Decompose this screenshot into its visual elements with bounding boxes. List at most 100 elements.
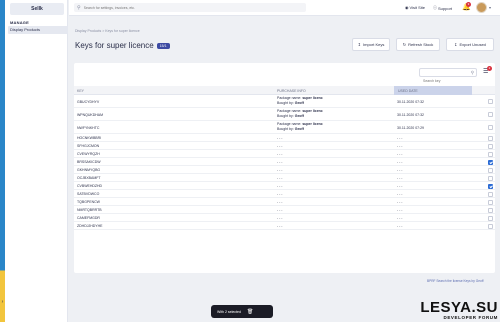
package-name: super licenc xyxy=(302,96,323,100)
row-checkbox[interactable] xyxy=(488,99,493,104)
notifications-button[interactable]: 🔔 3 xyxy=(462,2,471,11)
key-value: WPNQUKDHAM xyxy=(77,113,104,117)
purchase-info: - - - xyxy=(277,224,283,228)
trash-icon[interactable]: 🗑 xyxy=(247,309,253,315)
visit-site-label: Visit Site xyxy=(409,5,426,10)
key-value: BRSSAKICDW xyxy=(77,160,101,164)
used-date: - - - xyxy=(397,224,403,228)
top-bar: ⚲ ◉ Visit Site ⓘ Support 🔔 3 ▾ xyxy=(69,0,500,16)
key-value: SATBVDWCO xyxy=(77,192,100,196)
upload-icon: ↥ xyxy=(357,42,361,47)
chevron-down-icon[interactable]: ▾ xyxy=(489,5,491,10)
package-name: super licenc xyxy=(302,122,323,126)
row-checkbox[interactable] xyxy=(488,125,493,130)
table-search[interactable]: ⚲ xyxy=(419,68,477,83)
row-checkbox[interactable] xyxy=(488,192,493,197)
refresh-stock-button[interactable]: ↻ Refresh Stock xyxy=(396,38,440,51)
table-body: GBUCYDHYV Package name: super licenc Bough… xyxy=(74,95,495,230)
table-row[interactable]: GKHNMYQBG - - - - - - xyxy=(74,166,495,174)
support-link[interactable]: ⓘ Support xyxy=(433,5,452,11)
column-selector-button[interactable]: ☰ 2 xyxy=(483,66,492,75)
buyer-name: Geoff xyxy=(294,114,304,118)
buyer-name: Geoff xyxy=(294,127,304,131)
row-checkbox[interactable] xyxy=(488,168,493,173)
table-row[interactable]: BRSSAKICDW - - - - - - xyxy=(74,158,495,166)
purchase-info: - - - xyxy=(277,176,283,180)
table-row[interactable]: TQBGPENCW - - - - - - xyxy=(74,198,495,206)
used-date: - - - xyxy=(397,184,403,188)
import-keys-button[interactable]: ↥ Import Keys xyxy=(352,38,390,51)
avatar[interactable] xyxy=(476,2,487,13)
used-date: - - - xyxy=(397,152,403,156)
key-value: CAMEFMGDR xyxy=(77,216,100,220)
table-row[interactable]: NMRTQBRRTB - - - - - - xyxy=(74,206,495,214)
app-logo[interactable]: Sellk xyxy=(10,3,64,15)
import-keys-label: Import Keys xyxy=(363,42,385,47)
package-name: super licenc xyxy=(302,109,323,113)
purchase-info: - - - xyxy=(277,160,283,164)
sidebar-item-display-products[interactable]: Display Products xyxy=(8,26,68,34)
table-row[interactable]: GBUCYDHYV Package name: super licenc Bough… xyxy=(74,95,495,108)
table-row[interactable]: NWFYNKHTC Package name: super licenc Bough… xyxy=(74,121,495,134)
header-used-date[interactable]: USED DATE xyxy=(394,86,472,95)
support-label: Support xyxy=(438,5,453,11)
row-checkbox[interactable] xyxy=(488,160,493,165)
package-label: Package name: xyxy=(277,109,302,113)
row-checkbox[interactable] xyxy=(488,176,493,181)
table-row[interactable]: WPNQUKDHAM Package name: super licenc Boug… xyxy=(74,108,495,121)
search-icon: ⚲ xyxy=(470,70,474,75)
search-icon: ⚲ xyxy=(77,4,81,11)
purchase-info: - - - xyxy=(277,152,283,156)
table-row[interactable]: HOCNKWBBRI - - - - - - xyxy=(74,134,495,142)
sidebar-section-title: MANAGE xyxy=(10,20,29,25)
refresh-stock-label: Refresh Stock xyxy=(408,42,434,47)
row-checkbox[interactable] xyxy=(488,136,493,141)
selection-bar: With 2 selected 🗑 xyxy=(211,305,273,318)
table-row[interactable]: SFHGJCMON - - - - - - xyxy=(74,142,495,150)
visit-site-link[interactable]: ◉ Visit Site xyxy=(405,5,425,10)
purchase-info: - - - xyxy=(277,136,283,140)
used-date: - - - xyxy=(397,200,403,204)
row-checkbox[interactable] xyxy=(488,200,493,205)
bought-label: Bought by: xyxy=(277,114,294,118)
page-title: Keys for super licence 15/1 xyxy=(75,41,170,50)
header-key[interactable]: KEY xyxy=(77,89,84,93)
buyer-name: Geoff xyxy=(294,101,304,105)
table-row[interactable]: OCJBXBAMFT - - - - - - xyxy=(74,174,495,182)
table-row[interactable]: CVEWYRQZH - - - - - - xyxy=(74,150,495,158)
row-checkbox[interactable] xyxy=(488,208,493,213)
export-unused-button[interactable]: ↧ Export Unused xyxy=(446,38,494,51)
purchase-info: Package name: super licenc Bought by: Geo… xyxy=(277,122,323,132)
row-checkbox[interactable] xyxy=(488,112,493,117)
breadcrumb[interactable]: Display Products > Keys for super licenc… xyxy=(75,29,140,33)
key-value: TQBGPENCW xyxy=(77,200,100,204)
row-checkbox[interactable] xyxy=(488,216,493,221)
purchase-info: - - - xyxy=(277,144,283,148)
key-value: CVBWEHDZHD xyxy=(77,184,103,188)
global-search-input[interactable] xyxy=(83,5,284,10)
table-search-input[interactable] xyxy=(423,79,473,83)
table-row[interactable]: SATBVDWCO - - - - - - xyxy=(74,190,495,198)
package-label: Package name: xyxy=(277,122,302,126)
key-value: HOCNKWBBRI xyxy=(77,136,102,140)
used-date: - - - xyxy=(397,160,403,164)
row-checkbox[interactable] xyxy=(488,144,493,149)
header-purchase-info[interactable]: PURCHASE INFO xyxy=(277,89,306,93)
globe-icon: ◉ xyxy=(405,5,409,10)
table-row[interactable]: ZDHDJJHDYHE - - - - - - xyxy=(74,222,495,230)
row-checkbox[interactable] xyxy=(488,224,493,229)
global-search[interactable]: ⚲ xyxy=(74,3,306,12)
selection-count: With 2 selected xyxy=(217,309,241,314)
download-icon: ↧ xyxy=(454,42,458,47)
purchase-info: - - - xyxy=(277,208,283,212)
purchase-info: - - - xyxy=(277,192,283,196)
row-checkbox[interactable] xyxy=(488,152,493,157)
key-value: NMRTQBRRTB xyxy=(77,208,102,212)
table-row[interactable]: CVBWEHDZHD - - - - - - xyxy=(74,182,495,190)
footer-link[interactable]: BPRF Search the license Keys by Geoff xyxy=(427,279,483,283)
purchase-info: - - - xyxy=(277,200,283,204)
row-checkbox[interactable] xyxy=(488,184,493,189)
notification-badge: 3 xyxy=(466,2,471,7)
table-row[interactable]: CAMEFMGDR - - - - - - xyxy=(74,214,495,222)
page-title-text: Keys for super licence xyxy=(75,41,154,50)
